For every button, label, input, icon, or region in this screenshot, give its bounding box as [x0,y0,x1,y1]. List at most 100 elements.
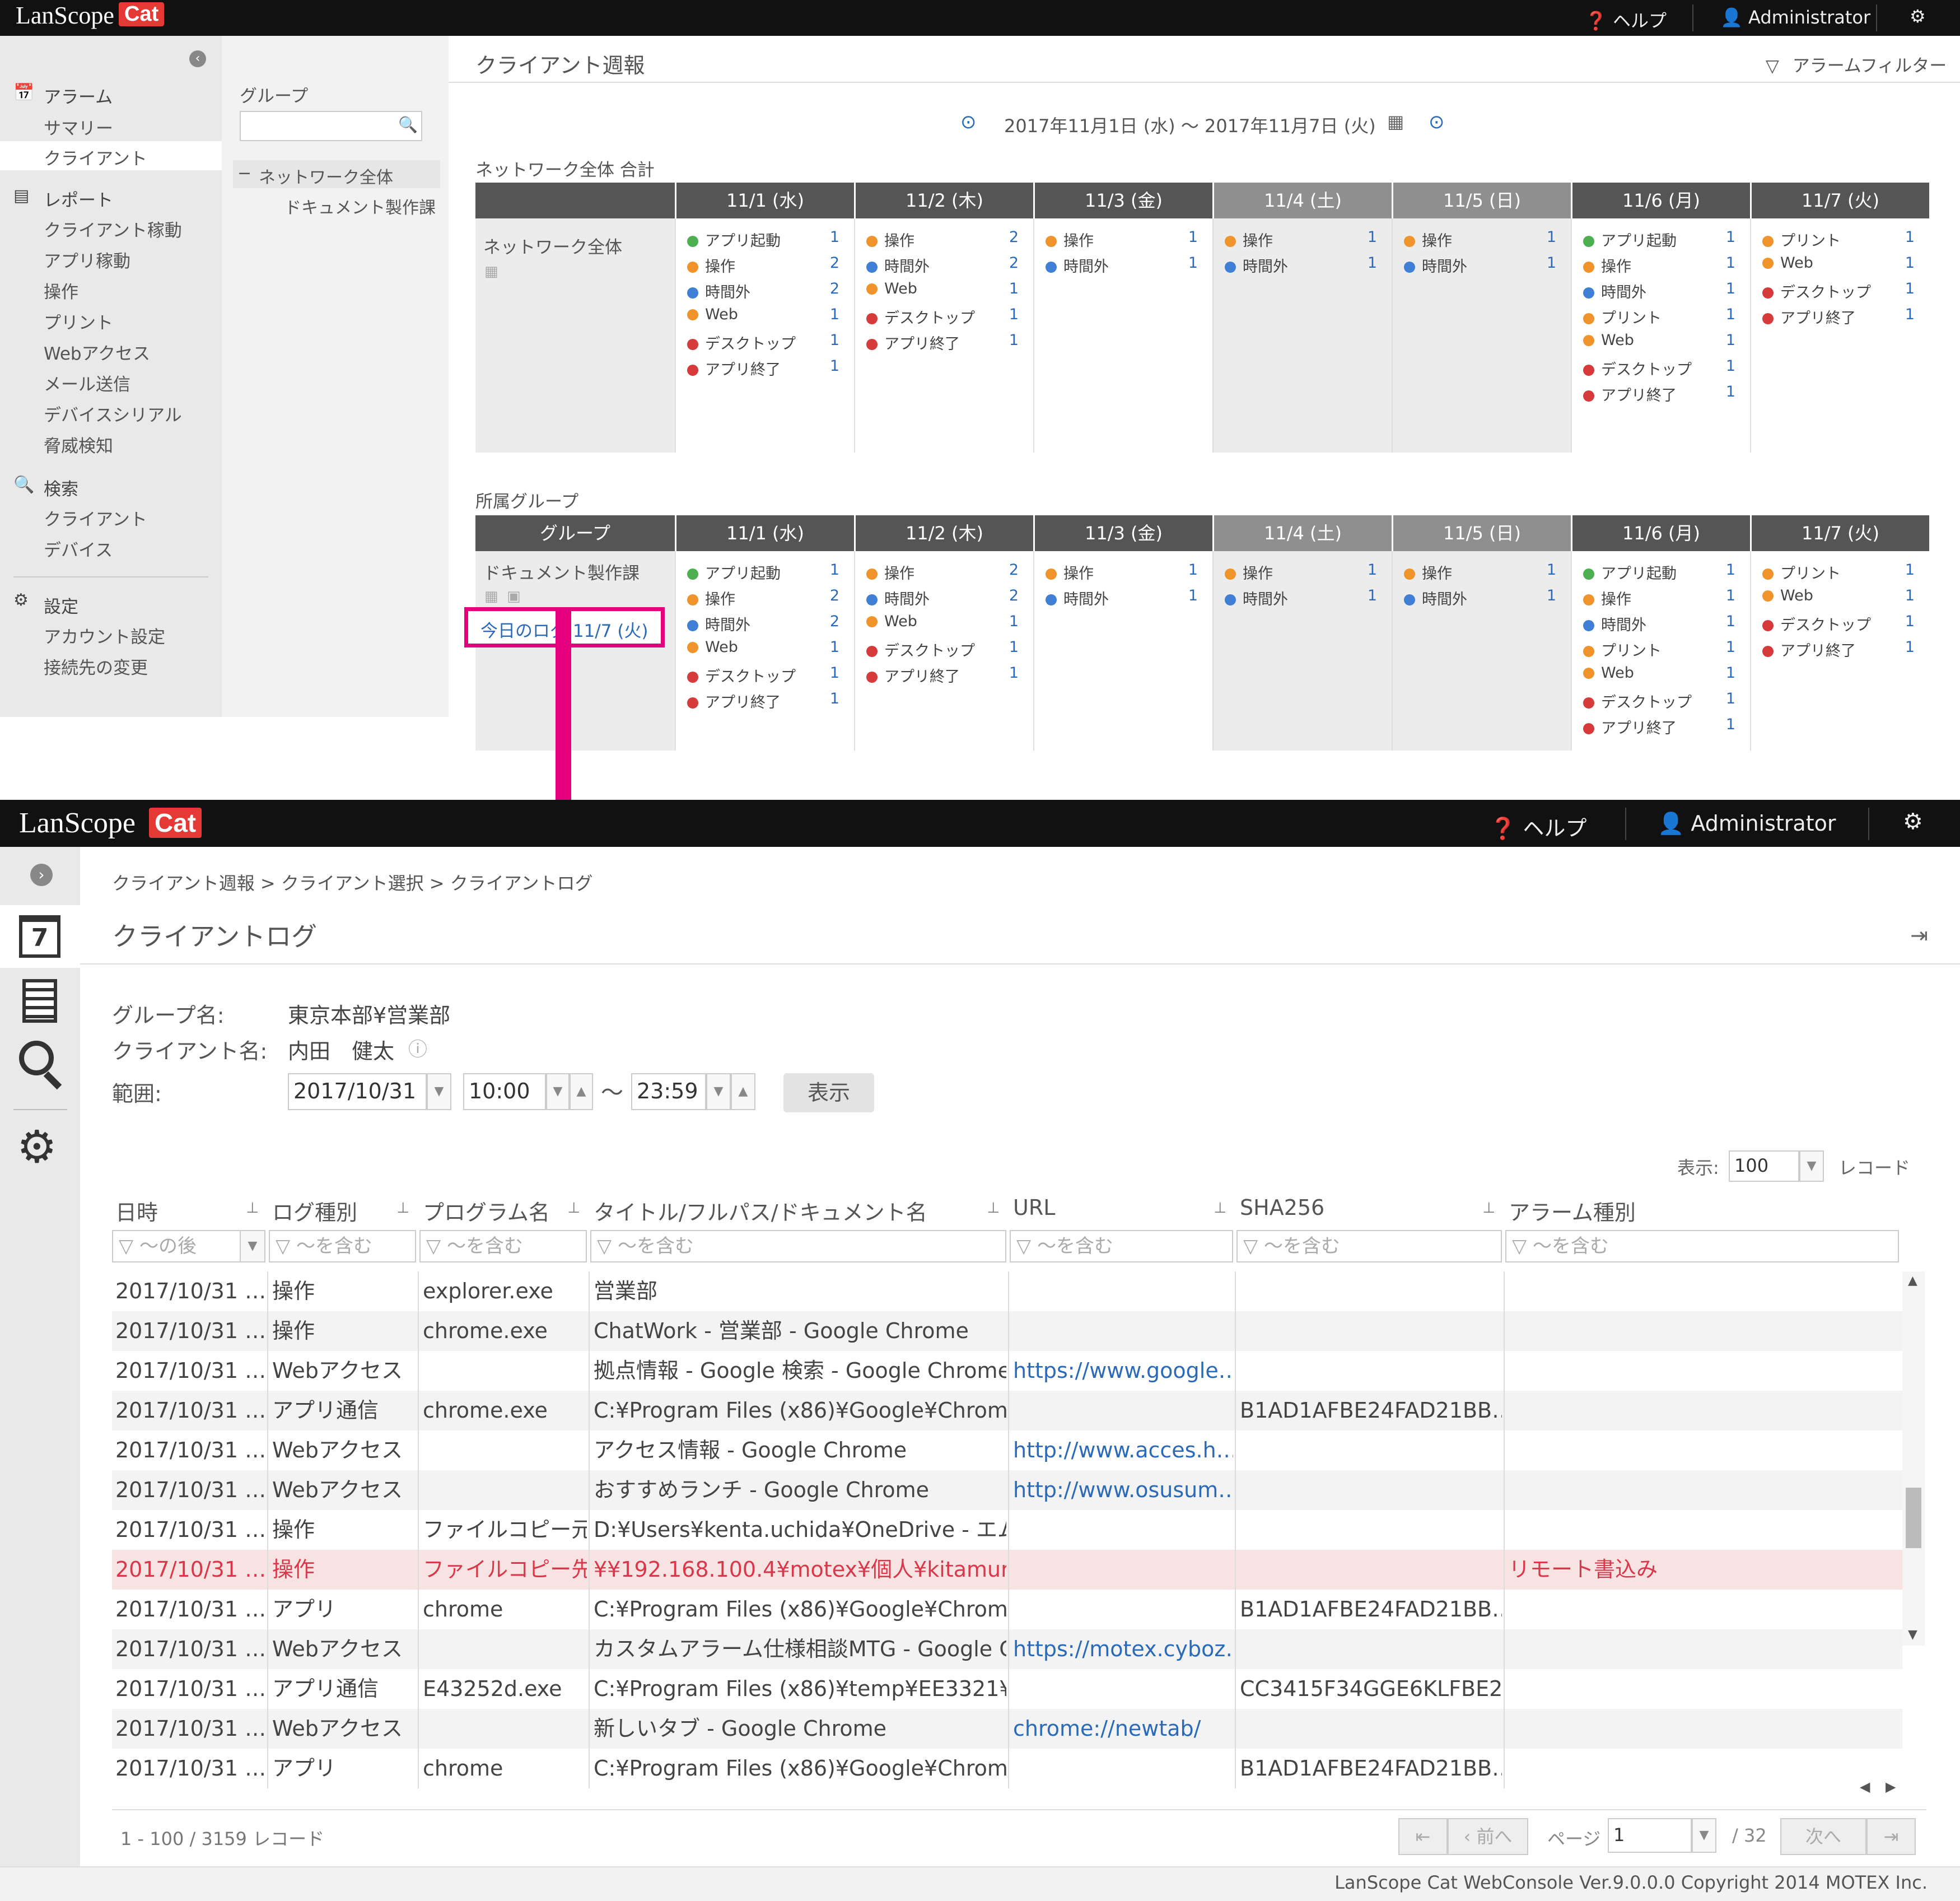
help-link[interactable]: ❓ ヘルプ [1585,7,1667,32]
pin-icon[interactable]: ⊥ [567,1200,580,1217]
event-item[interactable]: 時間外 2 [866,587,1029,613]
event-count[interactable]: 2 [1009,587,1019,604]
tree-node-document[interactable]: ドキュメント製作課 [284,194,436,218]
sidebar-item-print[interactable]: プリント [44,309,113,334]
calendar-icon[interactable]: ▦ [1387,111,1404,132]
event-item[interactable]: アプリ終了 1 [1583,716,1746,742]
event-item[interactable]: デスクトップ 1 [1762,280,1925,306]
event-count[interactable]: 1 [1726,254,1735,272]
event-item[interactable]: アプリ終了 1 [687,690,850,716]
event-item[interactable]: Web 1 [1583,332,1746,357]
event-item[interactable]: 操作 2 [687,254,850,280]
event-item[interactable]: Web 1 [1762,254,1925,280]
calendar-icon[interactable]: ▦ [484,263,498,280]
next-week-icon[interactable]: ⊙ [1429,111,1445,133]
event-count[interactable]: 1 [1368,254,1377,272]
event-count[interactable]: 1 [1726,587,1735,604]
calendar-icon[interactable]: 7 [19,915,60,958]
sidebar-item-connection[interactable]: 接続先の変更 [44,654,148,679]
event-item[interactable]: 操作 1 [1583,587,1746,613]
event-item[interactable]: プリント 1 [1583,639,1746,664]
event-count[interactable]: 1 [1188,254,1198,272]
page-input[interactable]: 1 [1608,1818,1692,1853]
table-row[interactable]: 2017/10/31 … Webアクセス 新しいタブ - Google Chrome… [112,1709,1902,1749]
prev-week-icon[interactable]: ⊙ [960,111,977,133]
time-from-down[interactable]: ▼ [546,1073,570,1110]
event-item[interactable]: 時間外 1 [1404,587,1566,613]
event-item[interactable]: 時間外 2 [866,254,1029,280]
info-icon[interactable]: ⓘ [408,1034,427,1061]
event-item[interactable]: 操作 2 [687,587,850,613]
sidebar-item-account[interactable]: アカウント設定 [44,623,165,648]
tree-collapse-icon[interactable]: − [237,164,251,183]
event-item[interactable]: 時間外 1 [1583,280,1746,306]
event-count[interactable]: 2 [1009,229,1019,246]
event-count[interactable]: 1 [830,306,839,323]
event-count[interactable]: 1 [1905,306,1915,323]
user-menu[interactable]: 👤 Administrator [1720,7,1870,28]
event-item[interactable]: アプリ起動 1 [1583,229,1746,254]
event-count[interactable]: 1 [1726,664,1735,682]
event-count[interactable]: 1 [1009,306,1019,323]
event-count[interactable]: 1 [830,357,839,375]
sidebar-item-client-uptime[interactable]: クライアント稼動 [44,216,182,241]
event-count[interactable]: 1 [1726,306,1735,323]
event-count[interactable]: 1 [830,664,839,682]
sidebar-item-web-access[interactable]: Webアクセス [44,339,150,365]
event-item[interactable]: 時間外 1 [1046,254,1208,280]
event-count[interactable]: 1 [1726,639,1735,656]
event-item[interactable]: デスクトップ 1 [866,639,1029,664]
display-count-dropdown-icon[interactable]: ▼ [1799,1150,1824,1182]
event-item[interactable]: 操作 1 [1225,229,1387,254]
column-header[interactable]: タイトル/フルパス/ドキュメント名 ⊥ [590,1192,1010,1226]
time-from-up[interactable]: ▲ [570,1073,593,1110]
event-item[interactable]: デスクトップ 1 [687,664,850,690]
event-count[interactable]: 2 [1009,254,1019,272]
column-filter-input[interactable]: ▽ ～を含む [419,1230,587,1262]
table-row[interactable]: 2017/10/31 … 操作 explorer.exe 営業部 [112,1271,1902,1311]
table-row[interactable]: 2017/10/31 … Webアクセス アクセス情報 - Google Chrom… [112,1431,1902,1470]
event-item[interactable]: プリント 1 [1762,561,1925,587]
event-item[interactable]: デスクトップ 1 [687,332,850,357]
pin-icon[interactable]: ⊥ [987,1200,1000,1217]
display-count-select[interactable]: 100 [1729,1150,1799,1182]
sidebar-item-operation[interactable]: 操作 [44,278,78,303]
sidebar-item-search-client[interactable]: クライアント [44,505,147,530]
event-count[interactable]: 1 [1905,587,1915,604]
report-icon[interactable] [22,979,57,1023]
event-count[interactable]: 1 [830,690,839,707]
table-row[interactable]: 2017/10/31 … アプリ通信 E43252d.exe C:¥Program F… [112,1669,1902,1709]
search-icon[interactable] [19,1041,54,1075]
column-header[interactable]: ログ種別 ⊥ [269,1192,419,1226]
page-dropdown-icon[interactable]: ▼ [1692,1818,1716,1853]
event-count[interactable]: 1 [1905,613,1915,630]
event-count[interactable]: 1 [1009,280,1019,297]
event-count[interactable]: 2 [830,254,839,272]
event-item[interactable]: 操作 2 [866,229,1029,254]
event-item[interactable]: デスクトップ 1 [866,306,1029,332]
event-count[interactable]: 1 [1368,561,1377,579]
event-count[interactable]: 1 [1905,254,1915,272]
event-count[interactable]: 1 [1547,561,1556,579]
event-count[interactable]: 2 [1009,561,1019,579]
sidebar-item-mail[interactable]: メール送信 [44,370,130,395]
event-item[interactable]: 操作 1 [1404,229,1566,254]
collapse-icon[interactable]: ‹ [189,50,206,67]
sidebar-head-search[interactable]: 検索 [44,475,78,500]
event-count[interactable]: 1 [1726,357,1735,375]
first-page-button[interactable]: ⇤ [1398,1818,1448,1855]
column-header[interactable]: アラーム種別 [1505,1192,1902,1226]
table-row[interactable]: 2017/10/31 … アプリ chrome C:¥Program Files (x… [112,1749,1902,1788]
last-page-button[interactable]: ⇥ [1866,1818,1916,1855]
event-item[interactable]: アプリ終了 1 [866,664,1029,690]
sidebar-item-threat[interactable]: 脅威検知 [44,432,113,457]
table-row[interactable]: 2017/10/31 … 操作 chrome.exe ChatWork - 営業部 -… [112,1311,1902,1351]
group-search-input[interactable]: 🔍 [240,111,422,141]
event-item[interactable]: プリント 1 [1583,306,1746,332]
event-count[interactable]: 1 [1009,639,1019,656]
event-item[interactable]: Web 1 [866,613,1029,639]
column-filter-input[interactable]: ▽ ～を含む [1236,1230,1502,1262]
url-link[interactable]: http://www.acces.h… [1013,1431,1233,1470]
sidebar-head-settings[interactable]: 設定 [44,593,78,618]
event-count[interactable]: 2 [830,280,839,297]
